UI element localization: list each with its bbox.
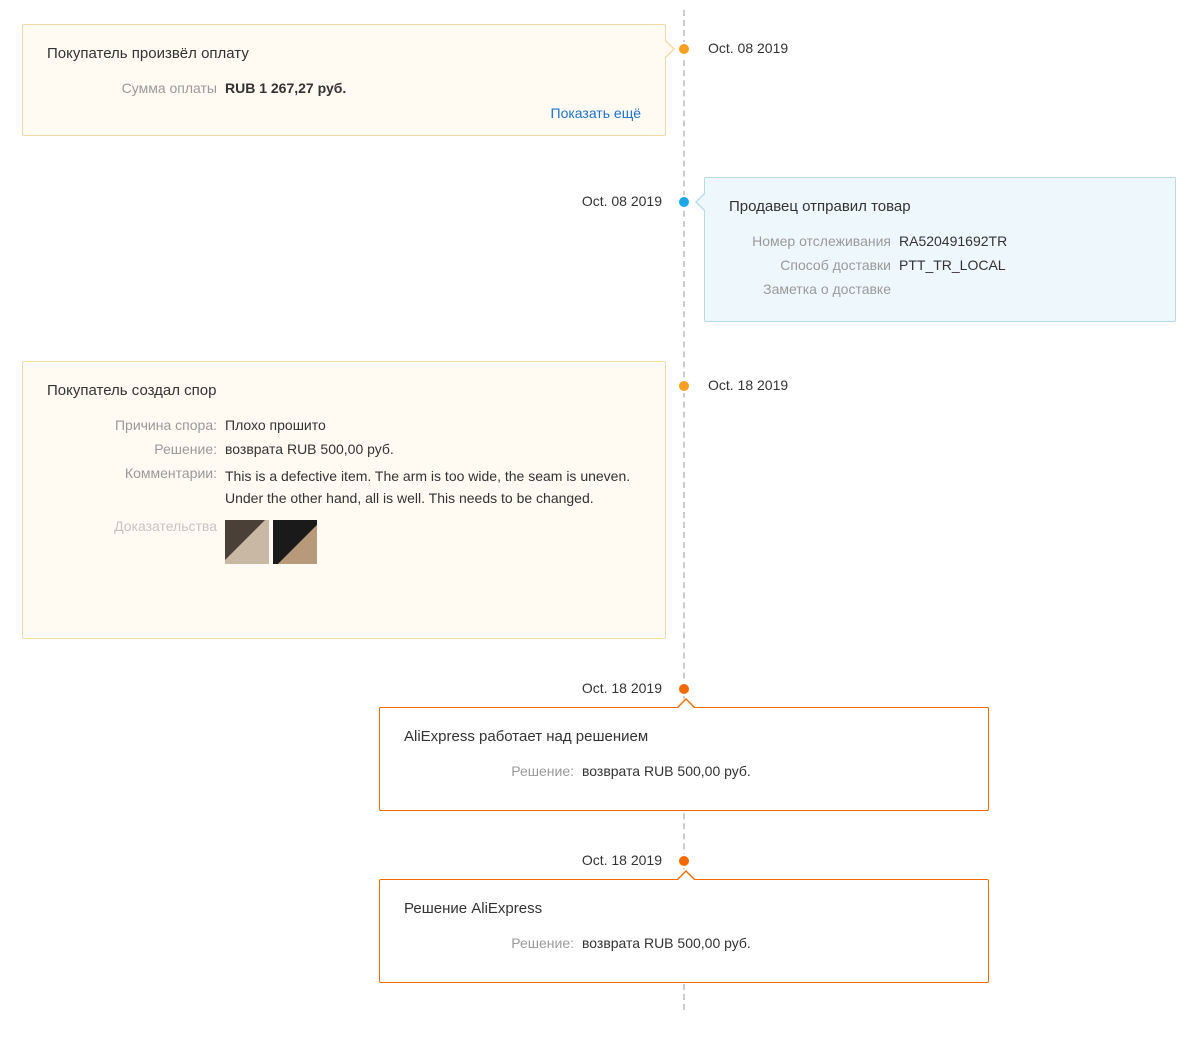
timeline-dot <box>677 195 691 209</box>
card-processing: AliExpress работает над решением Решение… <box>379 707 989 811</box>
timeline-dot <box>677 379 691 393</box>
field-row: Решение: возврата RUB 500,00 руб. <box>47 441 641 457</box>
field-value: RA520491692TR <box>899 233 1151 249</box>
event-date: Oct. 18 2019 <box>708 377 788 393</box>
field-label: Заметка о доставке <box>729 281 899 297</box>
field-label: Способ доставки <box>729 257 899 273</box>
timeline-dot <box>677 42 691 56</box>
field-row: Причина спора: Плохо прошито <box>47 417 641 433</box>
evidence-thumbnail[interactable] <box>273 520 317 564</box>
field-label: Сумма оплаты <box>47 80 225 96</box>
field-value: возврата RUB 500,00 руб. <box>225 441 641 457</box>
field-row: Способ доставки PTT_TR_LOCAL <box>729 257 1151 273</box>
field-label: Комментарии: <box>47 465 225 510</box>
field-row: Решение: возврата RUB 500,00 руб. <box>404 935 964 951</box>
field-row: Комментарии: This is a defective item. T… <box>47 465 641 510</box>
field-label: Решение: <box>404 763 582 779</box>
event-date: Oct. 18 2019 <box>562 680 662 696</box>
field-value: This is a defective item. The arm is too… <box>225 465 641 510</box>
card-decision: Решение AliExpress Решение: возврата RUB… <box>379 879 989 983</box>
field-label: Причина спора: <box>47 417 225 433</box>
field-value: RUB 1 267,27 руб. <box>225 80 641 96</box>
evidence-thumbs <box>225 518 641 564</box>
field-value: Плохо прошито <box>225 417 641 433</box>
event-date: Oct. 08 2019 <box>708 40 788 56</box>
card-shipped: Продавец отправил товар Номер отслеживан… <box>704 177 1176 322</box>
timeline-dot <box>677 854 691 868</box>
event-date: Oct. 18 2019 <box>562 852 662 868</box>
card-dispute: Покупатель создал спор Причина спора: Пл… <box>22 361 666 639</box>
field-row: Номер отслеживания RA520491692TR <box>729 233 1151 249</box>
field-label: Решение: <box>404 935 582 951</box>
field-row: Сумма оплаты RUB 1 267,27 руб. <box>47 80 641 96</box>
card-title: Покупатель произвёл оплату <box>47 45 641 62</box>
card-title: AliExpress работает над решением <box>404 728 964 745</box>
show-more-link[interactable]: Показать ещё <box>551 105 642 121</box>
field-value: PTT_TR_LOCAL <box>899 257 1151 273</box>
order-timeline: Oct. 08 2019 Покупатель произвёл оплату … <box>0 10 1200 1010</box>
card-title: Решение AliExpress <box>404 900 964 917</box>
timeline-dot <box>677 682 691 696</box>
field-label: Номер отслеживания <box>729 233 899 249</box>
field-row: Заметка о доставке <box>729 281 1151 297</box>
card-payment: Покупатель произвёл оплату Сумма оплаты … <box>22 24 666 136</box>
field-value <box>899 281 1151 297</box>
field-row: Решение: возврата RUB 500,00 руб. <box>404 763 964 779</box>
field-value: возврата RUB 500,00 руб. <box>582 763 964 779</box>
card-title: Покупатель создал спор <box>47 382 641 399</box>
evidence-thumbnail[interactable] <box>225 520 269 564</box>
event-date: Oct. 08 2019 <box>562 193 662 209</box>
field-label: Решение: <box>47 441 225 457</box>
field-row: Доказательства <box>47 518 641 564</box>
field-label: Доказательства <box>47 518 225 564</box>
field-value: возврата RUB 500,00 руб. <box>582 935 964 951</box>
card-title: Продавец отправил товар <box>729 198 1151 215</box>
